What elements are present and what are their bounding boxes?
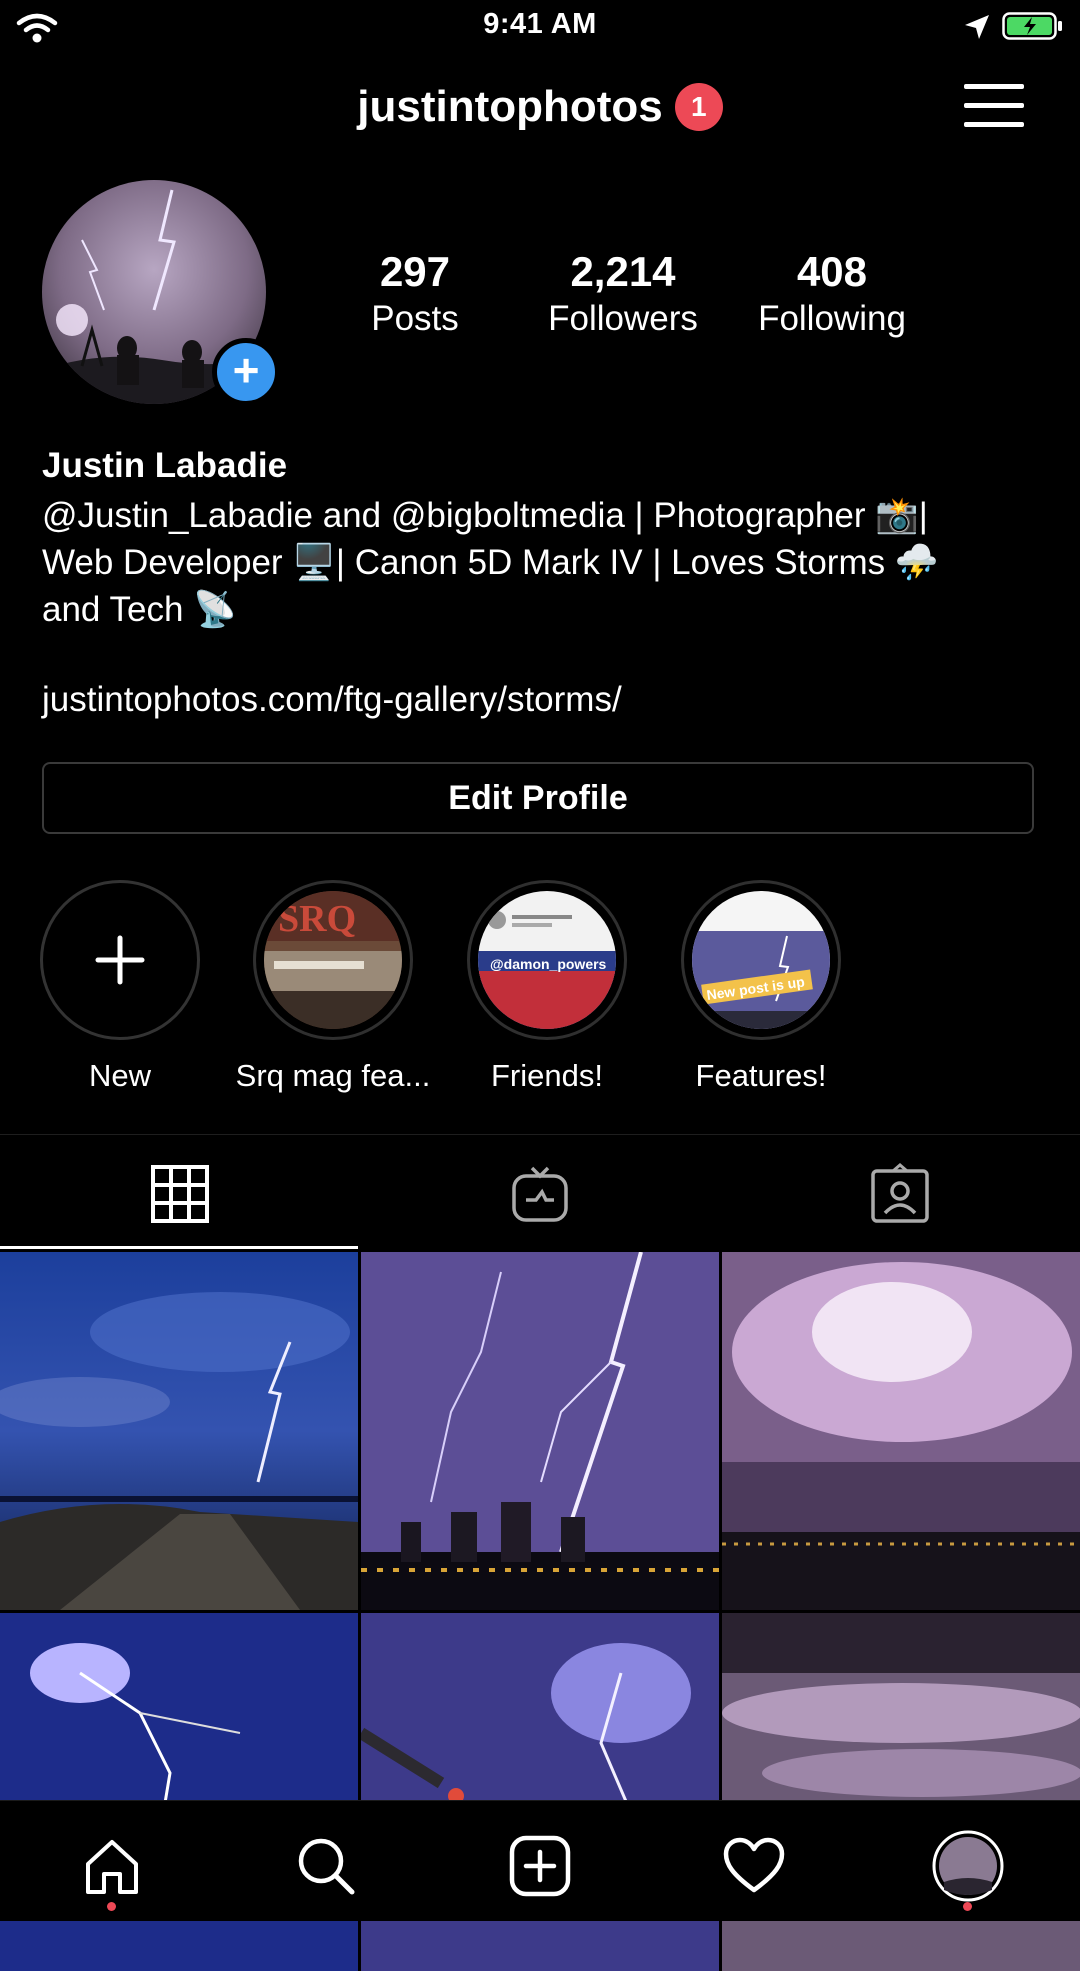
highlight-new[interactable]: New [10, 880, 230, 1094]
friends-cover-image: @damon_powers [478, 891, 616, 1029]
profile-name: Justin Labadie [42, 446, 288, 485]
nav-profile[interactable] [928, 1826, 1008, 1906]
followers-count: 2,214 [570, 248, 676, 295]
posts-stat[interactable]: 297 Posts [315, 248, 515, 342]
tab-grid[interactable] [0, 1140, 360, 1248]
highlight-label: New [88, 1058, 151, 1093]
bio-line: @Justin_Labadie and @bigboltmedia | Phot… [42, 496, 928, 535]
bio-line: Web Developer 🖥️| Canon 5D Mark IV | Lov… [42, 543, 939, 582]
menu-icon[interactable] [964, 84, 1024, 130]
features-cover-image: New post is up [692, 891, 830, 1029]
following-label: Following [758, 299, 906, 338]
highlight-friends[interactable]: @damon_powers Friends! [437, 880, 657, 1094]
highlight-label: Srq mag fea... [235, 1058, 431, 1093]
profile-bio: @Justin_Labadie and @bigboltmedia | Phot… [42, 492, 1042, 633]
grid-photo[interactable] [722, 1252, 1080, 1610]
highlight-features[interactable]: New post is up Features! [651, 880, 871, 1094]
profile-website-link[interactable]: justintophotos.com/ftg-gallery/storms/ [42, 680, 622, 720]
add-post-icon [509, 1835, 571, 1897]
friends-tag-text: @damon_powers [490, 956, 607, 972]
search-icon [298, 1838, 355, 1895]
followers-label: Followers [548, 299, 698, 338]
grid-photo[interactable] [0, 1252, 358, 1610]
username-title[interactable]: justintophotos [357, 82, 663, 132]
grid-photo[interactable] [361, 1252, 719, 1610]
highlight-label: Friends! [491, 1058, 603, 1093]
srq-cover-image: SRQ [264, 891, 402, 1029]
srq-logo-text: SRQ [278, 898, 356, 940]
add-story-button[interactable]: + [212, 338, 280, 406]
igtv-icon [512, 1166, 568, 1222]
followers-stat[interactable]: 2,214 Followers [523, 248, 723, 342]
battery-icon [1002, 12, 1064, 40]
heart-icon [723, 1837, 785, 1893]
tab-tagged[interactable] [720, 1140, 1080, 1248]
nav-search[interactable] [286, 1826, 366, 1906]
tabs-divider [0, 1134, 1080, 1135]
location-arrow-icon [962, 12, 992, 42]
bio-line: and Tech 📡 [42, 590, 237, 629]
highlight-srq[interactable]: SRQ Srq mag fea... [223, 880, 443, 1094]
nav-create-post[interactable] [500, 1826, 580, 1906]
highlight-label: Features! [695, 1058, 827, 1093]
posts-count: 297 [379, 248, 451, 295]
notification-badge[interactable]: 1 [674, 83, 723, 131]
tab-igtv[interactable] [360, 1140, 720, 1248]
highlight-circle: SRQ [253, 880, 413, 1040]
profile-avatar [932, 1830, 1004, 1902]
following-stat[interactable]: 408 Following [732, 248, 932, 342]
home-activity-dot [107, 1902, 116, 1911]
active-tab-indicator [0, 1246, 358, 1249]
posts-label: Posts [371, 299, 459, 338]
status-time: 9:41 AM [483, 8, 597, 40]
highlight-circle: @damon_powers [467, 880, 627, 1040]
nav-home[interactable] [72, 1826, 152, 1906]
profile-activity-dot [963, 1902, 972, 1911]
highlight-circle: New post is up [681, 880, 841, 1040]
new-highlight-circle [40, 880, 200, 1040]
edit-profile-button[interactable]: Edit Profile [42, 762, 1034, 834]
profile-header: justintophotos 1 [0, 82, 1080, 132]
grid-icon [151, 1165, 209, 1223]
following-count: 408 [796, 248, 868, 295]
nav-activity[interactable] [714, 1826, 794, 1906]
home-icon [86, 1840, 138, 1894]
tagged-icon [871, 1163, 929, 1223]
